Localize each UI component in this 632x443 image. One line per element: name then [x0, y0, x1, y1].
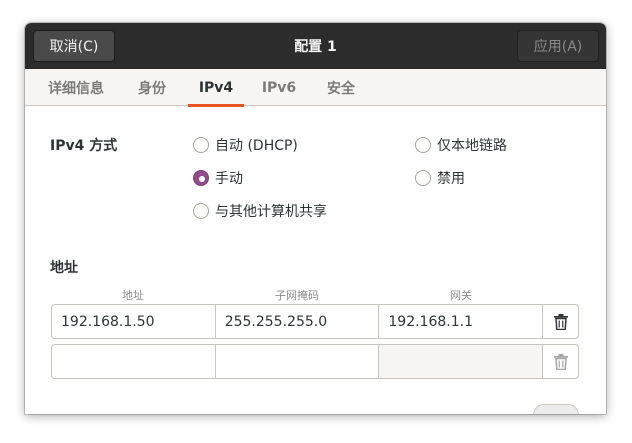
tab-security[interactable]: 安全: [319, 69, 363, 106]
radio-link-local-only[interactable]: 仅本地链路: [415, 135, 507, 155]
column-header-netmask: 子网掩码: [275, 289, 319, 302]
ipv4-method-label: IPv4 方式: [50, 138, 118, 154]
radio-label: 禁用: [437, 171, 465, 187]
radio-disabled[interactable]: 禁用: [415, 168, 465, 188]
delete-row-button[interactable]: [543, 305, 578, 338]
address-row: [51, 344, 579, 379]
tab-details[interactable]: 详细信息: [35, 69, 117, 106]
radio-shared[interactable]: 与其他计算机共享: [193, 201, 327, 221]
netmask-field[interactable]: [216, 345, 380, 378]
addresses-heading: 地址: [50, 260, 78, 276]
apply-button[interactable]: 应用(A): [517, 30, 599, 62]
header-bar: 配置 1 取消(C) 应用(A): [25, 23, 606, 69]
gateway-field[interactable]: 192.168.1.1: [379, 305, 544, 338]
radio-manual[interactable]: 手动: [193, 168, 243, 188]
radio-auto-dhcp[interactable]: 自动 (DHCP): [193, 135, 298, 155]
tab-identity[interactable]: 身份: [129, 69, 175, 106]
ipv4-panel: IPv4 方式 自动 (DHCP) 仅本地链路 手动 禁用 与其他计算机共享 地…: [25, 106, 606, 414]
radio-selected-icon: [193, 170, 209, 186]
radio-label: 与其他计算机共享: [215, 204, 327, 220]
radio-circle-icon: [193, 203, 209, 219]
address-row: 192.168.1.50 255.255.255.0 192.168.1.1: [51, 304, 579, 339]
gateway-field: [379, 345, 544, 378]
radio-label: 仅本地链路: [437, 138, 507, 154]
cancel-button[interactable]: 取消(C): [33, 30, 115, 62]
radio-label: 手动: [215, 171, 243, 187]
delete-row-button: [543, 345, 578, 378]
tab-ipv4[interactable]: IPv4: [188, 69, 244, 107]
radio-circle-icon: [193, 137, 209, 153]
toggle-switch[interactable]: [533, 404, 579, 414]
trash-icon: [553, 353, 568, 370]
address-field[interactable]: [52, 345, 216, 378]
trash-icon: [553, 313, 568, 330]
connection-settings-window: 配置 1 取消(C) 应用(A) 详细信息 身份 IPv4 IPv6 安全 IP…: [25, 23, 606, 414]
netmask-field[interactable]: 255.255.255.0: [216, 305, 380, 338]
radio-circle-icon: [415, 137, 431, 153]
radio-label: 自动 (DHCP): [215, 138, 298, 154]
column-header-gateway: 网关: [450, 289, 472, 302]
radio-circle-icon: [415, 170, 431, 186]
address-field[interactable]: 192.168.1.50: [52, 305, 216, 338]
column-header-address: 地址: [122, 289, 144, 302]
tab-bar: 详细信息 身份 IPv4 IPv6 安全: [25, 69, 606, 107]
tab-ipv6[interactable]: IPv6: [254, 69, 304, 106]
